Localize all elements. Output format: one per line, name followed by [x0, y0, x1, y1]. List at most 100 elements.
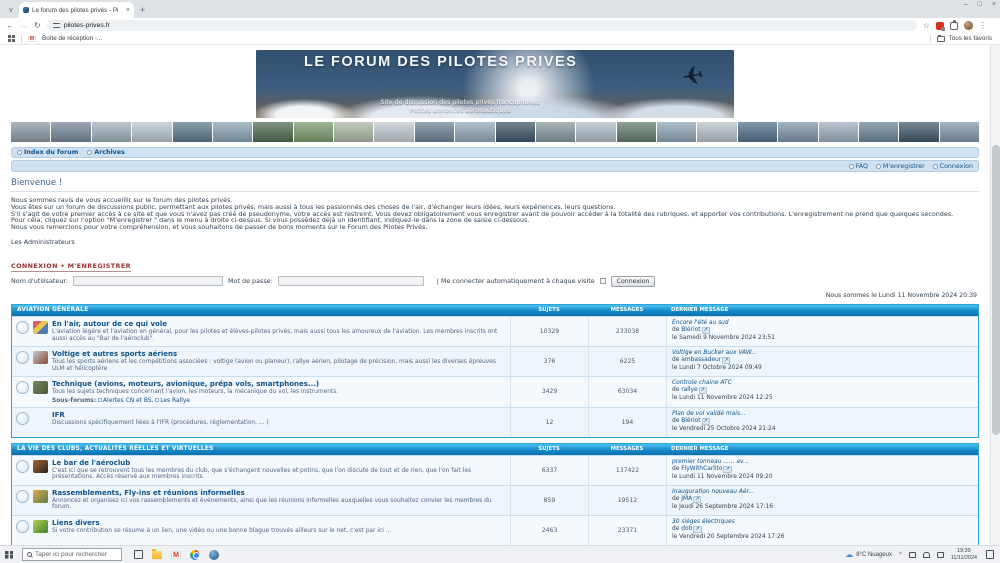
- login-submit-button[interactable]: Connexion: [610, 275, 656, 287]
- password-field[interactable]: [277, 276, 424, 287]
- plane-silhouette-icon: ✈: [679, 60, 707, 94]
- column-header-dernier-message: DERNIER MESSAGE: [671, 446, 729, 453]
- back-button[interactable]: ←: [6, 21, 14, 30]
- goto-last-post-icon[interactable]: ↗: [693, 526, 702, 534]
- page-scrollbar[interactable]: [990, 45, 1000, 545]
- last-message-link[interactable]: Inauguration nouveau Aér...: [672, 489, 973, 497]
- forum-row: Le bar de l'aéroclub C'est ici que se re…: [12, 454, 978, 485]
- topics-count: 376: [510, 346, 588, 376]
- forum-link[interactable]: IFR: [52, 411, 506, 419]
- last-message-author[interactable]: FlyWithCarlito: [681, 466, 722, 472]
- photo-thumbnail: [535, 122, 576, 142]
- goto-last-post-icon[interactable]: ↗: [698, 387, 707, 395]
- taskbar-clock[interactable]: 19:39 11/11/2024: [951, 548, 977, 561]
- forum-link[interactable]: Voltige et autres sports aériens: [52, 350, 506, 358]
- remember-me-checkbox[interactable]: [599, 278, 606, 285]
- nav-register[interactable]: M'enregistrer: [875, 163, 925, 170]
- forum-description: C'est ici que se retrouvent tous les mem…: [52, 467, 472, 481]
- bookmark-star-icon[interactable]: ☆: [923, 21, 930, 30]
- username-field[interactable]: [73, 276, 224, 287]
- tab-favicon: [23, 7, 29, 13]
- browser-tab[interactable]: Le forum des pilotes privés - Pi ×: [19, 2, 134, 18]
- gmail-taskbar-icon[interactable]: M: [171, 550, 181, 559]
- tray-chevron-icon[interactable]: ^: [899, 552, 902, 558]
- home-icon: [17, 150, 22, 155]
- forum-link[interactable]: Rassemblements, Fly-ins et réunions info…: [52, 489, 506, 497]
- apps-grid-icon[interactable]: [8, 35, 15, 42]
- bookmarks-bar: M Boîte de réception -... Tous les favor…: [0, 33, 1000, 45]
- forum-description: Tous les sujets techniques concernant l'…: [52, 388, 339, 395]
- window-minimize-button[interactable]: –: [964, 1, 968, 8]
- goto-last-post-icon[interactable]: ↗: [722, 357, 731, 365]
- goto-last-post-icon[interactable]: ↗: [693, 496, 702, 504]
- bookmark-inbox[interactable]: Boîte de réception -...: [42, 35, 102, 42]
- last-message-author[interactable]: ambassadeur: [681, 357, 721, 363]
- photo-thumbnail: [91, 122, 132, 142]
- login-icon: [932, 163, 938, 169]
- notification-center-icon[interactable]: [986, 550, 994, 559]
- all-bookmarks[interactable]: Tous les favoris: [929, 34, 992, 42]
- forum-link[interactable]: Technique (avions, moteurs, avionique, p…: [52, 380, 506, 388]
- last-message-author[interactable]: Blériot: [681, 418, 700, 424]
- volume-icon[interactable]: [936, 551, 944, 558]
- last-message-author[interactable]: rallye: [681, 387, 697, 393]
- nav-index-du-forum[interactable]: Index du forum: [17, 149, 78, 156]
- adblock-extension-icon[interactable]: [935, 21, 945, 31]
- tab-search-icon[interactable]: v: [5, 4, 17, 16]
- photo-thumbnail: [616, 122, 656, 142]
- topics-count: 3429: [510, 376, 588, 407]
- chrome-icon[interactable]: [190, 549, 200, 560]
- forum-description: Discussions spécifiquement liées à l'IFR…: [52, 419, 269, 426]
- site-info-icon[interactable]: [52, 23, 60, 28]
- subforum-link[interactable]: Les Rallye: [160, 398, 190, 404]
- last-message-link[interactable]: Voltige en Bucker aux VAW...: [672, 350, 973, 358]
- column-header-dernier-message: DERNIER MESSAGE: [671, 307, 729, 314]
- messages-count: 19512: [588, 485, 666, 515]
- file-explorer-icon[interactable]: [152, 548, 162, 559]
- forum-link[interactable]: En l'air, autour de ce qui vole: [52, 320, 506, 328]
- goto-last-post-icon[interactable]: ↗: [701, 327, 710, 335]
- scrollbar-thumb[interactable]: [992, 145, 1000, 435]
- window-maximize-button[interactable]: □: [978, 1, 982, 8]
- reload-button[interactable]: ↻: [34, 21, 41, 30]
- weather-widget[interactable]: ☁ 8°C Nuageux: [845, 550, 892, 559]
- nav-archives[interactable]: Archives: [87, 149, 125, 156]
- photo-thumbnail: [495, 122, 535, 142]
- pinned-app-icon[interactable]: [209, 549, 219, 560]
- last-message-date: le Vendredi 20 Septembre 2024 17:26: [672, 533, 785, 540]
- nav-faq[interactable]: FAQ: [848, 163, 868, 170]
- subforum-icon: [155, 397, 160, 402]
- browser-menu-icon[interactable]: ⋮: [979, 21, 987, 30]
- extensions-puzzle-icon[interactable]: [949, 19, 958, 30]
- last-message-author[interactable]: Blériot: [681, 327, 700, 333]
- category-title[interactable]: LA VIE DES CLUBS, ACTUALITÉS RÉELLES ET …: [12, 446, 510, 452]
- forum-link[interactable]: Le bar de l'aéroclub: [52, 459, 506, 467]
- subforum-link[interactable]: Alertes CN et BS: [103, 398, 155, 404]
- last-message-link[interactable]: 30 sièges électriques: [672, 519, 973, 527]
- goto-last-post-icon[interactable]: ↗: [701, 418, 710, 426]
- taskbar-search[interactable]: Taper ici pour rechercher: [22, 548, 122, 561]
- last-message-link[interactable]: Controle chaine ATC: [672, 380, 973, 388]
- window-close-button[interactable]: ×: [992, 1, 996, 8]
- username-label: Nom d'utilisateur:: [11, 277, 69, 286]
- last-message-author[interactable]: JMA: [681, 496, 692, 502]
- tab-close-icon[interactable]: ×: [126, 7, 130, 14]
- last-message-link[interactable]: Encore l'été au sud: [672, 320, 973, 328]
- subforum-icon: [98, 397, 103, 402]
- last-message-author[interactable]: dob: [681, 526, 692, 532]
- new-tab-button[interactable]: +: [140, 5, 145, 15]
- forward-button[interactable]: →: [20, 21, 28, 30]
- profile-avatar[interactable]: [963, 21, 973, 30]
- network-icon[interactable]: [922, 551, 930, 558]
- category-title[interactable]: AVIATION GÉNÉRALE: [12, 307, 510, 313]
- forum-link[interactable]: Liens divers: [52, 519, 506, 527]
- last-message-link[interactable]: premier tonneau ...... av...: [672, 459, 973, 467]
- address-bar[interactable]: pilotes-prives.fr: [46, 20, 917, 31]
- onedrive-icon[interactable]: [908, 551, 916, 558]
- last-message-link[interactable]: Plan de vol validé mais...: [672, 411, 973, 419]
- goto-last-post-icon[interactable]: ↗: [723, 466, 732, 474]
- start-button[interactable]: [0, 546, 18, 563]
- nav-login[interactable]: Connexion: [932, 163, 973, 170]
- task-view-icon[interactable]: [134, 550, 143, 559]
- photo-strip: [11, 122, 979, 142]
